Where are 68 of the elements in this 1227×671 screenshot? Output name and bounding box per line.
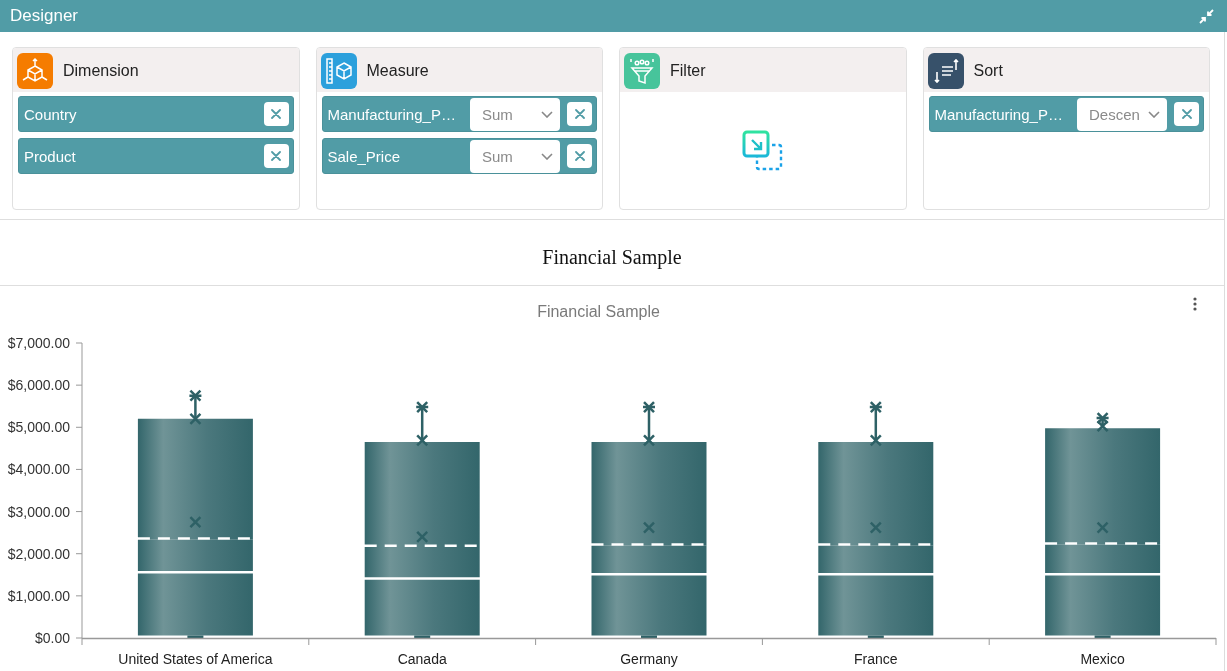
remove-button[interactable] (567, 102, 592, 126)
field-chip[interactable]: Manufacturing_P… Sum (321, 96, 597, 132)
cross-marker (642, 434, 656, 447)
x-axis-label: United States of America (118, 651, 273, 667)
cross-marker (189, 412, 202, 426)
cross-marker (869, 434, 883, 447)
panel-title: Sort (973, 62, 1003, 80)
cross-marker (869, 521, 883, 534)
minimum-tick (1094, 635, 1111, 638)
dropdown[interactable]: Sum (470, 97, 560, 131)
field-chip[interactable]: Manufacturing_P… Descen (928, 96, 1204, 132)
y-axis-label: $2,000.00 (7, 545, 70, 562)
panel-title: Dimension (63, 62, 139, 80)
remove-button[interactable] (263, 102, 289, 126)
y-axis-label: $7,000.00 (7, 335, 70, 351)
cross-marker (1096, 419, 1109, 433)
window-title: Designer (10, 6, 79, 26)
y-axis-label: $6,000.00 (7, 377, 70, 394)
cross-marker (415, 434, 429, 447)
dropdown[interactable]: Descen (1077, 97, 1167, 131)
y-axis-label: $0.00 (34, 630, 70, 646)
minimum-tick (867, 635, 884, 638)
field-label: Product (24, 147, 77, 165)
collapse-icon[interactable] (1199, 8, 1214, 24)
chart-title: Financial Sample (537, 303, 660, 321)
field-label: Country (24, 105, 78, 123)
remove-button[interactable] (567, 144, 592, 168)
ruler-cube-icon (320, 53, 357, 89)
y-axis-label: $3,000.00 (7, 503, 70, 520)
x-axis-label: Canada (397, 651, 447, 667)
sort-lines-icon (927, 53, 964, 89)
minimum-tick (414, 635, 431, 638)
cube-arrows-icon (17, 53, 53, 89)
chevron-down-icon (541, 152, 553, 160)
field-label: Manufacturing_P… (327, 105, 457, 123)
chevron-down-icon (1148, 110, 1160, 118)
field-chip[interactable]: Country (18, 96, 294, 132)
close-icon (574, 151, 585, 161)
cross-marker (189, 515, 202, 529)
panel-title: Filter (670, 62, 706, 80)
close-icon (574, 109, 585, 119)
remove-button[interactable] (1174, 102, 1199, 126)
remove-button[interactable] (263, 144, 289, 168)
drop-field-icon (742, 130, 784, 171)
report-title: Financial Sample (542, 245, 682, 269)
y-axis-label: $5,000.00 (7, 419, 70, 436)
cross-marker (1096, 521, 1109, 534)
funnel-icon (624, 53, 660, 89)
cross-marker (642, 521, 656, 534)
x-axis-label: Mexico (1080, 651, 1125, 667)
close-icon (271, 109, 281, 119)
field-label: Manufacturing_P… (934, 105, 1064, 123)
panel-title: Measure (366, 62, 429, 80)
field-chip[interactable]: Sale_Price Sum (321, 138, 597, 174)
minimum-tick (641, 635, 657, 638)
minimum-tick (187, 635, 204, 638)
more-options-icon[interactable] (1193, 297, 1197, 311)
dropdown[interactable]: Sum (470, 139, 560, 173)
y-axis-label: $4,000.00 (7, 461, 70, 478)
y-axis-label: $1,000.00 (7, 587, 70, 604)
x-axis-label: Germany (620, 651, 678, 667)
close-icon (1181, 109, 1192, 119)
cross-marker (415, 530, 429, 544)
x-axis-label: France (854, 651, 898, 667)
close-icon (271, 151, 281, 161)
field-label: Sale_Price (327, 147, 402, 165)
field-chip[interactable]: Product (18, 138, 294, 174)
chevron-down-icon (541, 110, 553, 118)
